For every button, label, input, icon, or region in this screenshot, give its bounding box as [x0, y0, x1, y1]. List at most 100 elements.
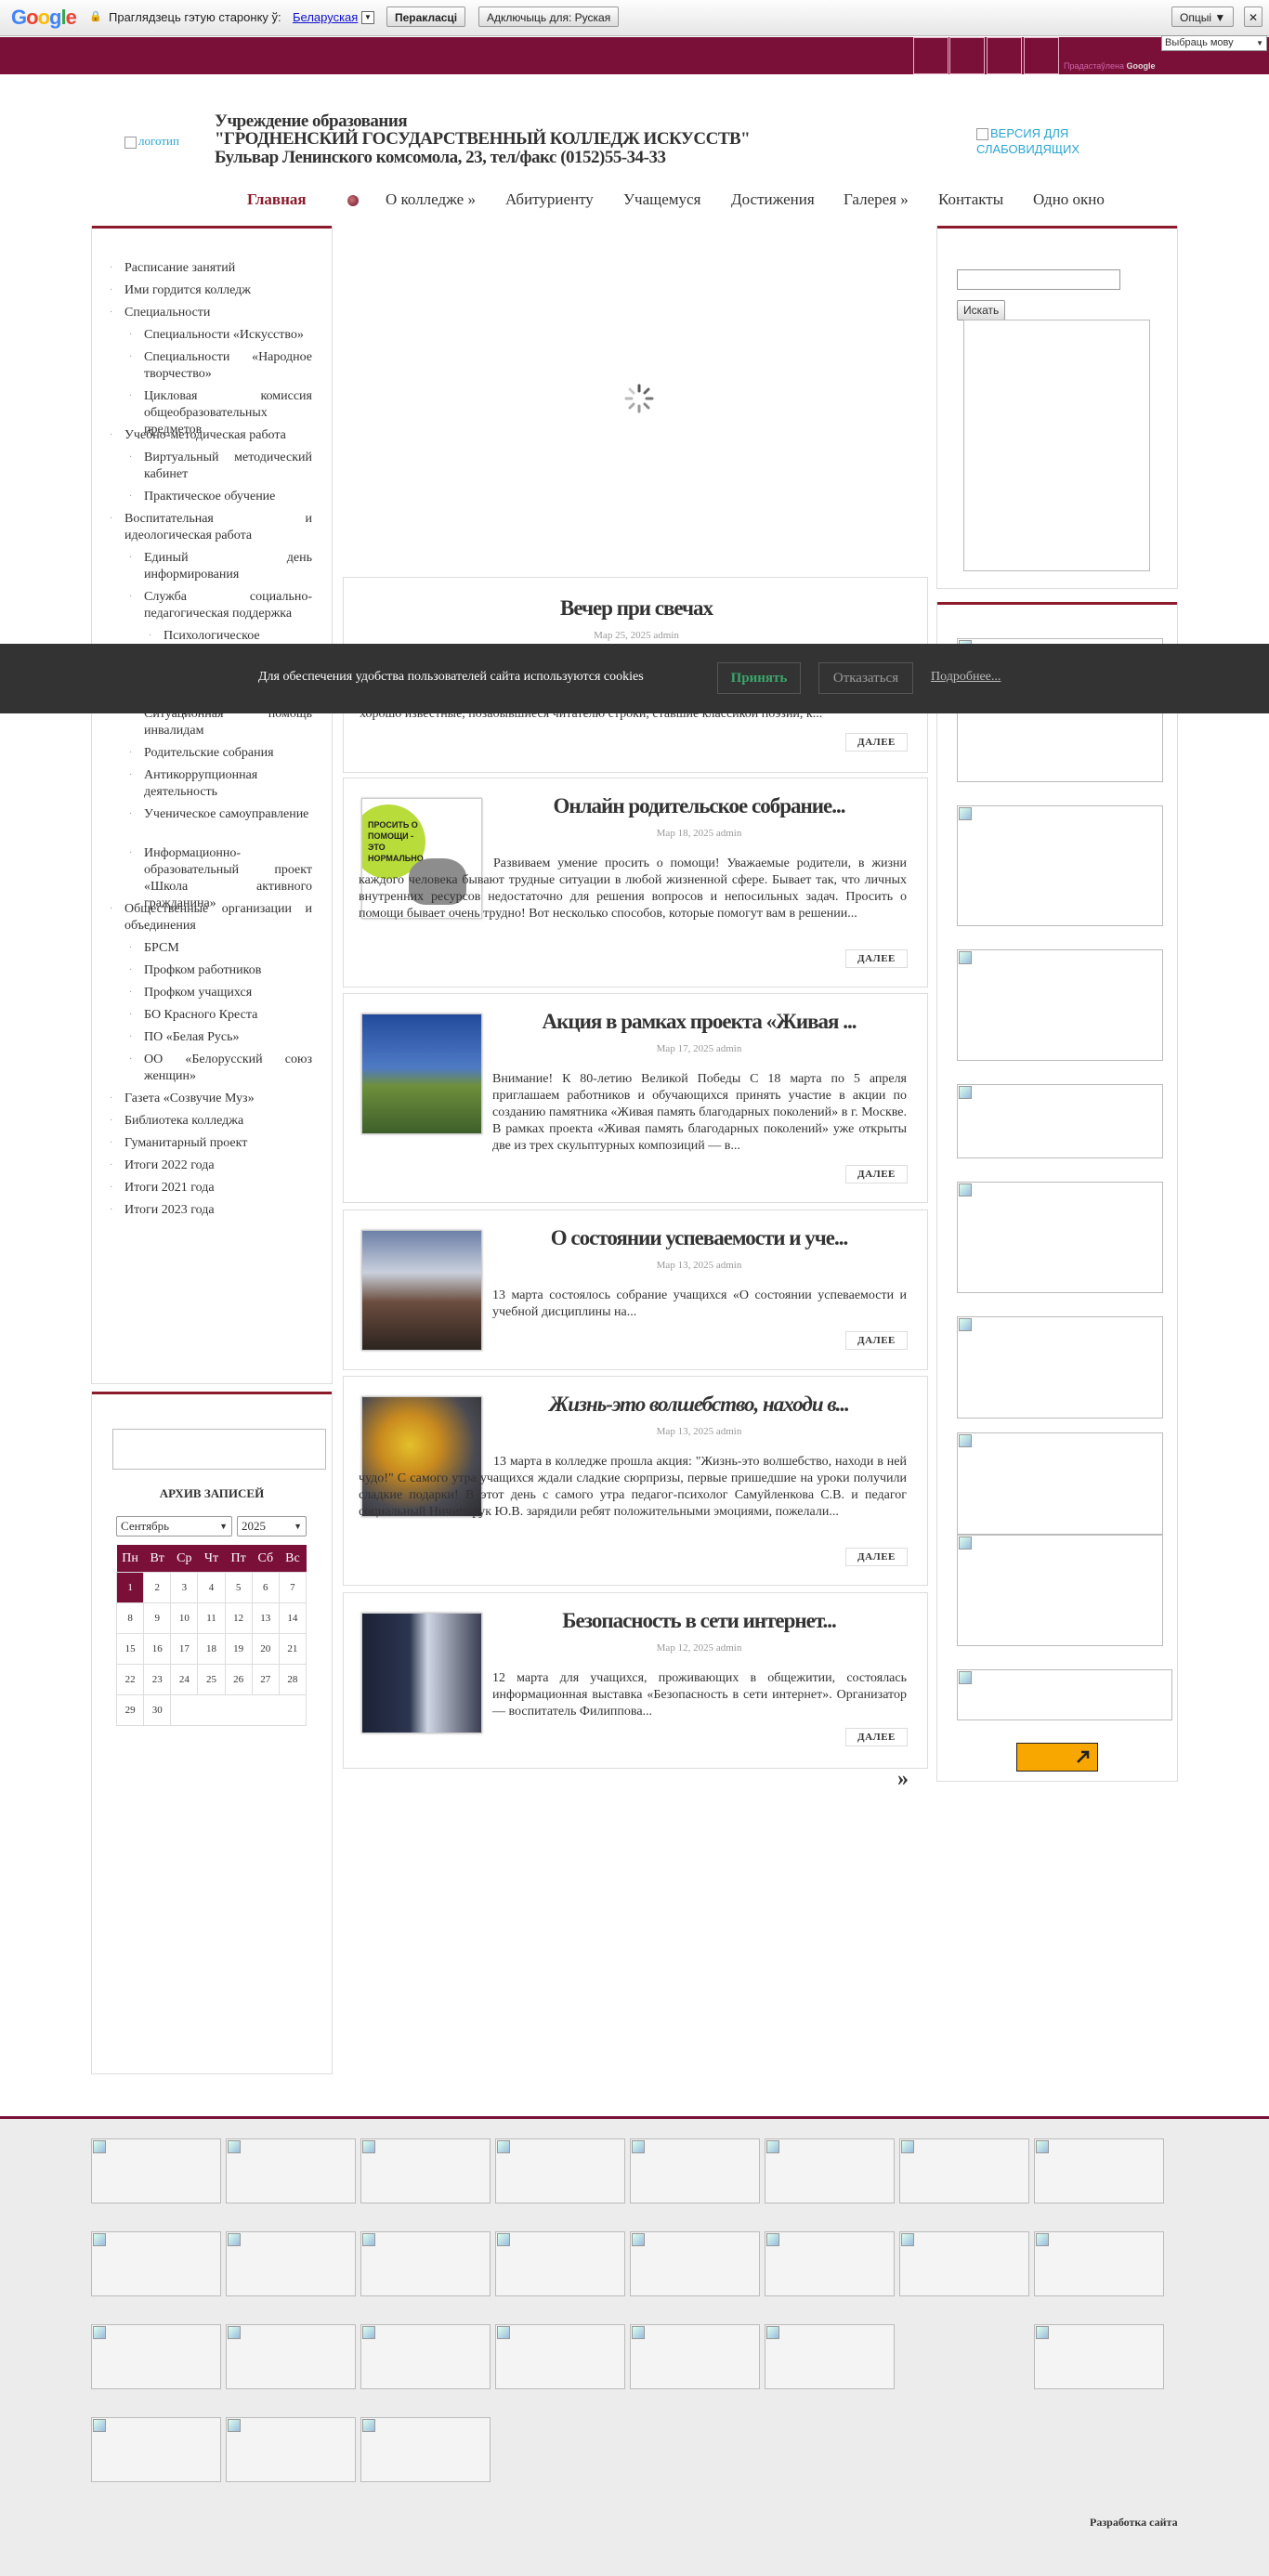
footer-link-image[interactable]: [91, 2138, 221, 2203]
language-dropdown-icon[interactable]: ▼: [361, 11, 374, 24]
sidebar-item[interactable]: · Гуманитарный проект: [110, 1135, 312, 1152]
sidebar-item[interactable]: · Практическое обучение: [129, 489, 312, 505]
sidebar-item[interactable]: · Профком работников: [129, 962, 312, 979]
close-translate-button[interactable]: ✕: [1244, 7, 1263, 27]
calendar-day[interactable]: 27: [251, 1664, 280, 1695]
month-select[interactable]: Сентябрь ▼: [116, 1516, 232, 1536]
calendar-day[interactable]: 1: [115, 1572, 145, 1603]
calendar-day[interactable]: 24: [170, 1664, 199, 1695]
footer-link-image[interactable]: [360, 2324, 491, 2389]
post-title[interactable]: О состоянии успеваемости и уче...: [492, 1226, 906, 1250]
sidebar-item[interactable]: · Воспитательная и идеологическая работа: [110, 511, 312, 544]
partner-banner[interactable]: [957, 1316, 1163, 1419]
footer-link-image[interactable]: [1034, 2324, 1164, 2389]
post-title[interactable]: Акция в рамках проекта «Живая ...: [492, 1010, 906, 1034]
calendar-day[interactable]: 30: [143, 1694, 172, 1726]
post-thumbnail[interactable]: [361, 1613, 482, 1733]
sidebar-item[interactable]: · Газета «Созвучие Муз»: [110, 1091, 312, 1107]
calendar-day[interactable]: 18: [197, 1633, 226, 1665]
nav-gallery[interactable]: Галерея »: [844, 190, 909, 209]
footer-link-image[interactable]: [630, 2324, 760, 2389]
footer-link-image[interactable]: [91, 2324, 221, 2389]
footer-link-image[interactable]: [1034, 2138, 1164, 2203]
sidebar-banner-image[interactable]: [963, 320, 1150, 571]
sidebar-item[interactable]: · Профком учащихся: [129, 985, 312, 1001]
options-button[interactable]: Опцыі ▼: [1171, 7, 1235, 27]
calendar-day[interactable]: 4: [197, 1572, 226, 1603]
sidebar-item[interactable]: · БРСМ: [129, 940, 312, 957]
calendar-day[interactable]: 9: [143, 1602, 172, 1634]
cookie-accept-button[interactable]: Принять: [717, 662, 801, 694]
calendar-day[interactable]: 15: [115, 1633, 145, 1665]
calendar-day[interactable]: 25: [197, 1664, 226, 1695]
nav-home[interactable]: Главная: [247, 190, 307, 209]
read-more-button[interactable]: ДАЛЕЕ: [845, 1331, 908, 1350]
footer-link-image[interactable]: [765, 2138, 895, 2203]
college-logo[interactable]: логотип: [124, 134, 179, 149]
calendar-day[interactable]: 22: [115, 1664, 145, 1695]
calendar-day[interactable]: 29: [115, 1694, 145, 1726]
calendar-day[interactable]: 13: [251, 1602, 280, 1634]
footer-link-image[interactable]: [360, 2417, 491, 2482]
footer-link-image[interactable]: [226, 2231, 356, 2296]
translate-button[interactable]: Перакласці: [386, 7, 466, 27]
sidebar-item[interactable]: · Антикоррупционная деятельность: [129, 767, 312, 801]
social-icon[interactable]: [913, 37, 948, 74]
footer-link-image[interactable]: [899, 2231, 1029, 2296]
social-icon[interactable]: [1024, 37, 1059, 74]
calendar-day[interactable]: 3: [170, 1572, 199, 1603]
nav-students[interactable]: Учащемуся: [623, 190, 700, 209]
language-select[interactable]: Выбраць мову ▼: [1161, 35, 1267, 51]
calendar-day[interactable]: 17: [170, 1633, 199, 1665]
sidebar-item[interactable]: · Ими гордится колледж: [110, 282, 312, 299]
calendar-day[interactable]: 2: [143, 1572, 172, 1603]
sidebar-item[interactable]: · Специальности «Народное творчество»: [129, 349, 312, 383]
external-link-button[interactable]: [1016, 1743, 1098, 1772]
banner-image[interactable]: [112, 1429, 326, 1470]
disable-translate-button[interactable]: Адключыць для: Руская: [478, 7, 620, 27]
footer-link-image[interactable]: [226, 2138, 356, 2203]
post-thumbnail[interactable]: [361, 1230, 482, 1351]
footer-link-image[interactable]: [360, 2138, 491, 2203]
footer-link-image[interactable]: [226, 2324, 356, 2389]
sidebar-item[interactable]: · Итоги 2023 года: [110, 1202, 312, 1219]
nav-contacts[interactable]: Контакты: [938, 190, 1003, 209]
calendar-day[interactable]: 6: [251, 1572, 280, 1603]
read-more-button[interactable]: ДАЛЕЕ: [845, 1728, 908, 1746]
sidebar-item[interactable]: · ПО «Белая Русь»: [129, 1029, 312, 1046]
sidebar-item[interactable]: · Ученическое самоуправление: [129, 806, 312, 823]
post-title[interactable]: Онлайн родительское собрание...: [492, 794, 906, 818]
partner-banner[interactable]: [957, 805, 1163, 926]
next-page-icon[interactable]: »: [897, 1767, 909, 1792]
post-thumbnail[interactable]: [361, 1013, 482, 1134]
social-icon[interactable]: [949, 37, 985, 74]
footer-link-image[interactable]: [765, 2324, 895, 2389]
read-more-button[interactable]: ДАЛЕЕ: [845, 733, 908, 752]
footer-link-image[interactable]: [1034, 2231, 1164, 2296]
nav-achievements[interactable]: Достижения: [731, 190, 815, 209]
partner-banner[interactable]: [957, 1432, 1163, 1535]
footer-link-image[interactable]: [91, 2417, 221, 2482]
sidebar-item[interactable]: · Общественные организации и объединения: [110, 901, 312, 935]
search-input[interactable]: [957, 269, 1120, 290]
sidebar-item[interactable]: · Итоги 2022 года: [110, 1157, 312, 1174]
footer-link-image[interactable]: [226, 2417, 356, 2482]
sidebar-item[interactable]: · Учебно-методическая работа: [110, 427, 312, 444]
footer-link-image[interactable]: [495, 2324, 625, 2389]
calendar-day[interactable]: 23: [143, 1664, 172, 1695]
developer-credit[interactable]: Разработка сайта: [1090, 2516, 1178, 2530]
calendar-day[interactable]: 28: [278, 1664, 307, 1695]
read-more-button[interactable]: ДАЛЕЕ: [845, 1165, 908, 1183]
nav-about[interactable]: О колледже »: [386, 190, 476, 209]
sidebar-item[interactable]: · ОО «Белорусский союз женщин»: [129, 1052, 312, 1085]
calendar-day[interactable]: 5: [224, 1572, 253, 1603]
sidebar-item[interactable]: · Расписание занятий: [110, 260, 312, 277]
calendar-day[interactable]: 20: [251, 1633, 280, 1665]
sidebar-item[interactable]: · Специальности: [110, 305, 312, 321]
post-title[interactable]: Безопасность в сети интернет...: [492, 1609, 906, 1633]
footer-link-image[interactable]: [360, 2231, 491, 2296]
footer-link-image[interactable]: [495, 2138, 625, 2203]
footer-link-image[interactable]: [495, 2231, 625, 2296]
footer-link-image[interactable]: [91, 2231, 221, 2296]
partner-banner[interactable]: [957, 1182, 1163, 1293]
